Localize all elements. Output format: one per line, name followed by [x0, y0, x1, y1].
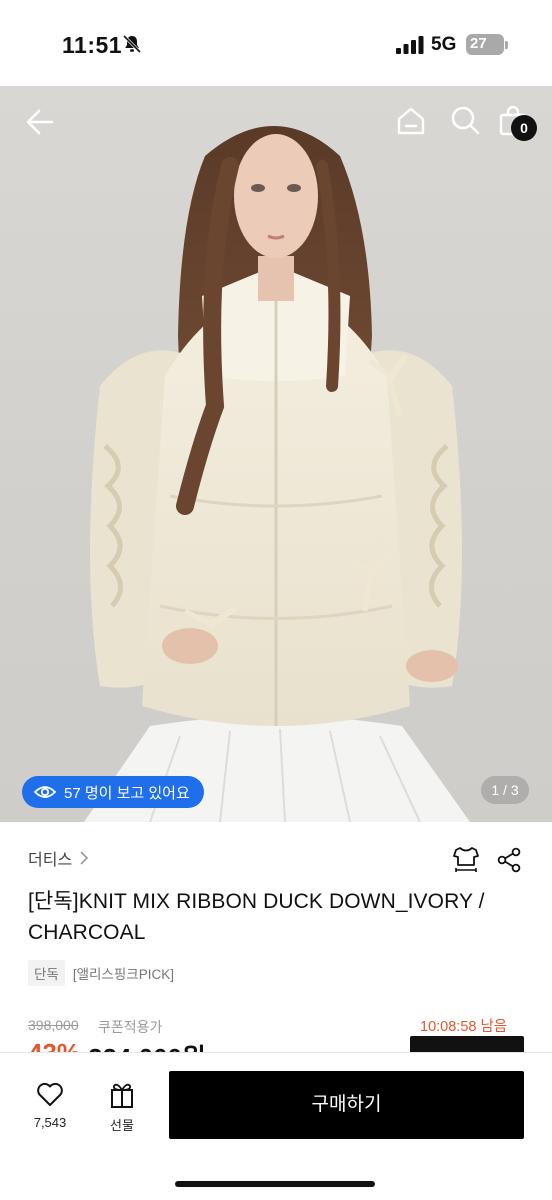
- home-indicator: [175, 1181, 375, 1187]
- status-time: 11:51: [62, 32, 123, 58]
- cart-count-badge[interactable]: 0: [511, 115, 537, 141]
- search-icon[interactable]: [449, 104, 481, 136]
- signal-icon: [396, 36, 424, 54]
- chevron-right-icon: [80, 851, 89, 865]
- battery-level: 27: [470, 35, 487, 52]
- viewers-text: 57 명이 보고 있어요: [64, 784, 190, 802]
- eye-icon: [34, 786, 56, 798]
- brand-name[interactable]: 더티스: [28, 846, 72, 870]
- status-bar: 11:51 5G 27: [0, 0, 552, 86]
- product-title: [단독]KNIT MIX RIBBON DUCK DOWN_IVORY / CH…: [28, 890, 485, 944]
- home-icon[interactable]: [395, 105, 427, 137]
- size-guide-icon[interactable]: [452, 845, 480, 875]
- coupon-download-button[interactable]: [410, 1036, 524, 1052]
- like-count: 7,543: [33, 1115, 67, 1130]
- network-type: 5G: [431, 34, 457, 55]
- discount-rate: 43%: [28, 1038, 80, 1052]
- bell-slash-icon: [122, 34, 142, 54]
- live-viewers-badge: 57 명이 보고 있어요: [22, 776, 204, 808]
- product-tags: 단독 [앨리스핑크PICK]: [28, 960, 174, 986]
- sale-timer: 10:08:58 남음: [420, 1019, 508, 1035]
- image-page-indicator: 1 / 3: [481, 776, 529, 804]
- share-icon[interactable]: [496, 847, 522, 873]
- product-image-carousel[interactable]: [0, 86, 552, 822]
- battery-cap: [505, 41, 508, 49]
- back-arrow-icon[interactable]: [24, 106, 56, 138]
- original-price: 398,000: [28, 1017, 79, 1033]
- battery-icon: 27: [466, 34, 504, 55]
- sale-price: 224,000원: [88, 1038, 206, 1052]
- buy-button[interactable]: 구매하기: [169, 1071, 524, 1139]
- gift-icon: [111, 1083, 133, 1108]
- gift-label: 선물: [110, 1118, 134, 1133]
- coupon-price-label: 쿠폰적용가: [98, 1019, 163, 1035]
- heart-icon: [37, 1082, 63, 1106]
- gift-button[interactable]: 선물: [100, 1081, 144, 1134]
- brand-link[interactable]: 더티스: [28, 846, 90, 870]
- product-photo: [84, 126, 470, 822]
- tag-exclusive: 단독: [28, 960, 65, 986]
- tag-pick: [앨리스핑크PICK]: [72, 967, 174, 982]
- like-button[interactable]: 7,543: [28, 1081, 72, 1130]
